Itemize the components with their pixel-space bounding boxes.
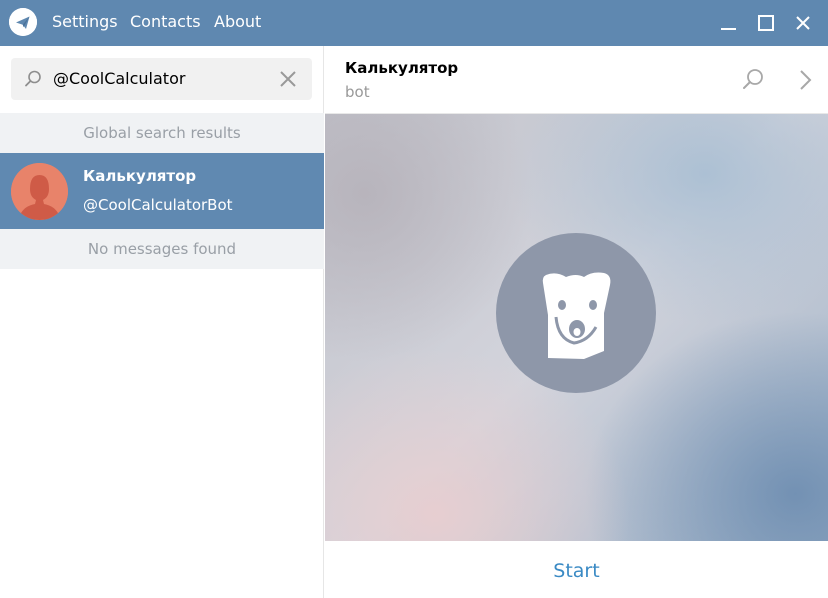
search-query: @CoolCalculator (53, 69, 186, 88)
minimize-icon[interactable] (715, 10, 741, 36)
avatar (11, 163, 68, 220)
search-icon (23, 69, 43, 89)
search-result-item[interactable]: Калькулятор @CoolCalculatorBot (0, 153, 324, 229)
chat-background (325, 114, 828, 541)
user-silhouette-icon (11, 163, 68, 220)
global-search-header: Global search results (0, 113, 324, 153)
maximize-icon[interactable] (753, 10, 779, 36)
result-name: Калькулятор (83, 167, 197, 185)
close-icon[interactable] (790, 10, 816, 36)
chat-header: Калькулятор bot (325, 46, 828, 114)
dog-face-icon (542, 272, 611, 359)
search-icon[interactable] (740, 67, 766, 93)
dialogs-panel: @CoolCalculator Global search results Ка… (0, 46, 324, 598)
chevron-right-icon[interactable] (793, 67, 819, 93)
clear-search-icon[interactable] (277, 68, 299, 90)
chat-title[interactable]: Калькулятор (345, 59, 458, 77)
title-bar: Settings Contacts About (0, 0, 828, 46)
menu-settings[interactable]: Settings (52, 12, 118, 32)
chat-bottom-bar: Start (325, 541, 828, 598)
menu-about[interactable]: About (214, 12, 261, 32)
chat-status: bot (345, 83, 370, 101)
bot-avatar (496, 233, 656, 393)
telegram-logo-icon (9, 8, 37, 36)
start-button[interactable]: Start (325, 541, 828, 598)
no-messages-header: No messages found (0, 229, 324, 269)
search-input[interactable]: @CoolCalculator (11, 58, 312, 100)
menu-contacts[interactable]: Contacts (130, 12, 201, 32)
result-username: @CoolCalculatorBot (83, 196, 233, 214)
